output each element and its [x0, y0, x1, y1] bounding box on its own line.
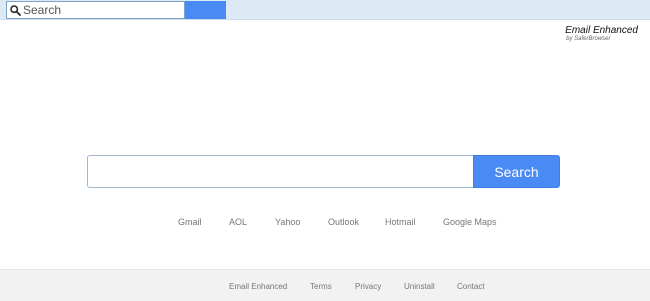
quick-links: Gmail AOL Yahoo Outlook Hotmail Google M…: [0, 217, 650, 229]
top-toolbar: [0, 0, 650, 20]
main-search-button-label: Search: [494, 163, 539, 180]
quick-link-aol[interactable]: AOL: [229, 217, 247, 227]
toolbar-search-box[interactable]: [6, 1, 185, 19]
quick-link-outlook[interactable]: Outlook: [328, 217, 359, 227]
quick-link-yahoo[interactable]: Yahoo: [275, 217, 300, 227]
main-search-box[interactable]: [87, 155, 474, 188]
main-search-button[interactable]: Search: [473, 155, 560, 188]
main-search-input[interactable]: [88, 156, 473, 187]
footer-link-terms[interactable]: Terms: [310, 282, 332, 291]
footer-link-email-enhanced[interactable]: Email Enhanced: [229, 282, 287, 291]
toolbar-search-input[interactable]: [22, 2, 182, 18]
brand-title: Email Enhanced: [565, 25, 638, 36]
brand-logo[interactable]: Email Enhanced by SaferBrowser: [565, 25, 638, 43]
brand-subtitle: by SaferBrowser: [566, 36, 611, 42]
footer-link-privacy[interactable]: Privacy: [355, 282, 381, 291]
toolbar-search-button[interactable]: [185, 1, 226, 19]
footer-link-contact[interactable]: Contact: [457, 282, 485, 291]
quick-link-google-maps[interactable]: Google Maps: [443, 217, 497, 227]
magnifier-icon: [8, 2, 22, 18]
footer: Email Enhanced Terms Privacy Uninstall C…: [0, 269, 650, 301]
quick-link-hotmail[interactable]: Hotmail: [385, 217, 416, 227]
quick-link-gmail[interactable]: Gmail: [178, 217, 202, 227]
footer-link-uninstall[interactable]: Uninstall: [404, 282, 435, 291]
